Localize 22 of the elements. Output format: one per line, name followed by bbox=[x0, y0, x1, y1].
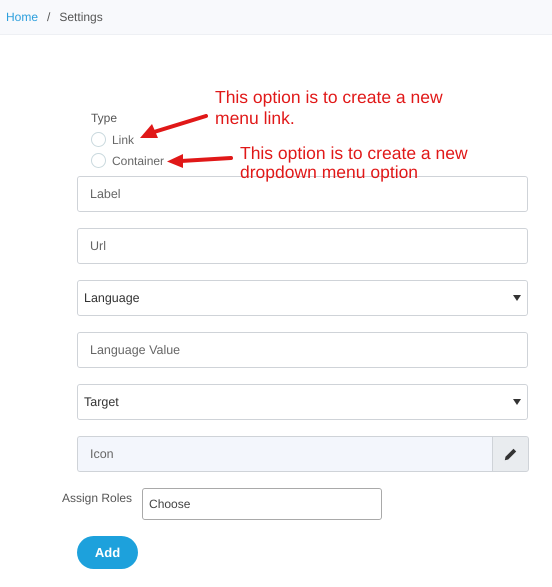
icon-field[interactable]: Icon bbox=[77, 436, 492, 472]
roles-field[interactable]: Choose bbox=[142, 488, 382, 520]
add-button[interactable]: Add bbox=[77, 536, 138, 569]
select-field[interactable]: Language bbox=[77, 280, 528, 316]
radio-label[interactable]: Link bbox=[112, 132, 134, 146]
edit-button[interactable] bbox=[492, 436, 529, 472]
pencil-icon bbox=[504, 448, 517, 460]
arrow-icon bbox=[167, 153, 233, 169]
annotation-text: This option is to create a new menu link. bbox=[215, 87, 444, 129]
type-label: Type bbox=[91, 111, 118, 125]
caret-icon bbox=[513, 295, 521, 301]
assign-roles-label: Assign Roles bbox=[62, 490, 132, 505]
radio-button[interactable] bbox=[91, 132, 106, 147]
breadcrumb-separator: / bbox=[47, 10, 50, 24]
radio-button[interactable] bbox=[91, 153, 106, 168]
caret-icon bbox=[513, 399, 521, 405]
breadcrumb-current: Settings bbox=[59, 10, 103, 24]
arrow-icon bbox=[140, 114, 208, 140]
text-field[interactable]: Url bbox=[77, 228, 528, 264]
text-field[interactable]: Language Value bbox=[77, 332, 528, 368]
radio-label[interactable]: Container bbox=[112, 154, 164, 168]
select-field[interactable]: Target bbox=[77, 384, 528, 420]
